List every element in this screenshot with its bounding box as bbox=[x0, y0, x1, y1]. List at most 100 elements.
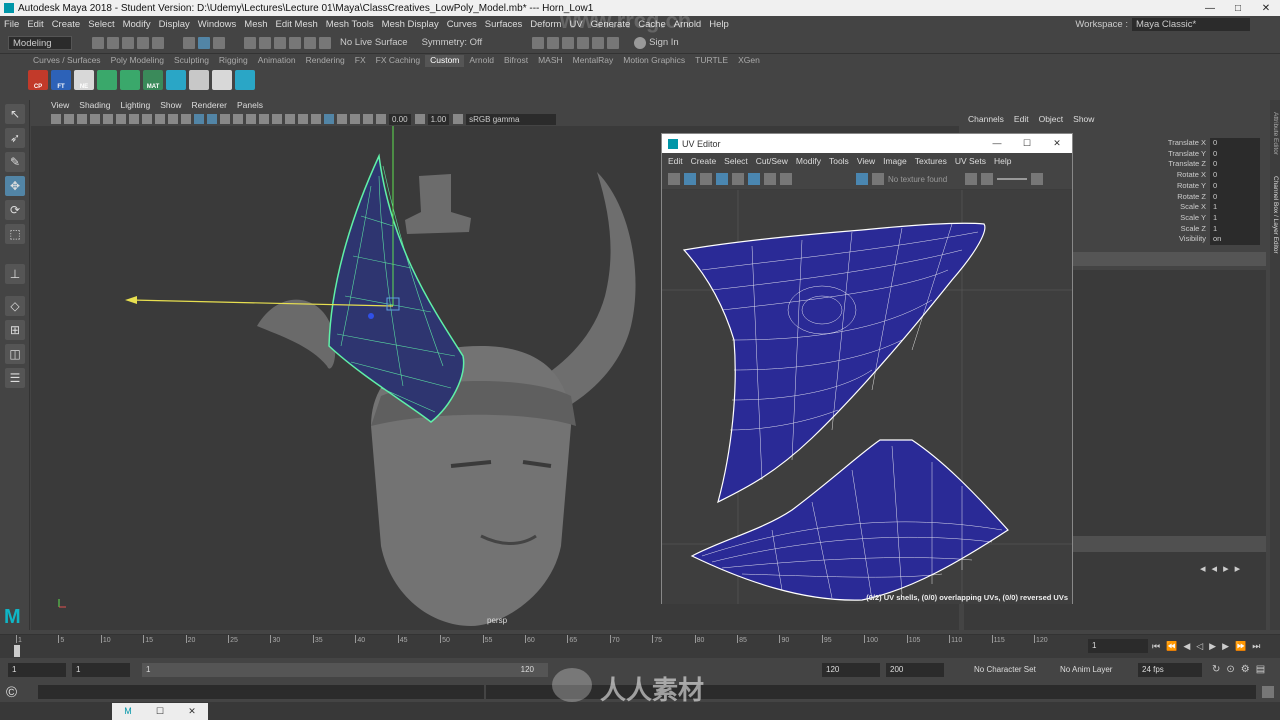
end-time-field[interactable]: 200 bbox=[886, 663, 944, 677]
channel-box-tab[interactable]: Channel Box / Layer Editor bbox=[1272, 176, 1279, 254]
playback-end-field[interactable]: 120 bbox=[822, 663, 880, 677]
uv-menu-edit[interactable]: Edit bbox=[668, 156, 683, 166]
uv-menu-create[interactable]: Create bbox=[691, 156, 717, 166]
textured-icon[interactable] bbox=[233, 114, 243, 124]
colorspace-dropdown[interactable]: sRGB gamma bbox=[466, 113, 557, 125]
bookmark-icon[interactable] bbox=[77, 114, 87, 124]
close-button[interactable]: ✕ bbox=[1252, 3, 1280, 14]
menu-uv[interactable]: UV bbox=[569, 19, 582, 30]
shelf-tab-rigging[interactable]: Rigging bbox=[214, 55, 253, 67]
viewport-menu-view[interactable]: View bbox=[51, 100, 69, 112]
attribute-value[interactable]: 1 bbox=[1210, 202, 1260, 214]
hypershade-icon[interactable] bbox=[577, 36, 590, 49]
snap-live-icon[interactable] bbox=[304, 36, 316, 49]
new-scene-icon[interactable] bbox=[92, 36, 104, 49]
shelf-tab-turtle[interactable]: TURTLE bbox=[690, 55, 733, 67]
viewport-menu-panels[interactable]: Panels bbox=[237, 100, 263, 112]
menu-arnold[interactable]: Arnold bbox=[674, 19, 701, 30]
start-time-field[interactable]: 1 bbox=[8, 663, 66, 677]
attribute-value[interactable]: 0 bbox=[1210, 148, 1260, 160]
workspace-selector[interactable]: Workspace : Maya Classic* bbox=[1075, 16, 1250, 32]
range-bar[interactable]: 1 120 bbox=[142, 663, 548, 677]
camera-icon[interactable] bbox=[51, 114, 61, 124]
script-editor-button-icon[interactable] bbox=[1262, 686, 1274, 698]
snap-curve-icon[interactable] bbox=[259, 36, 271, 49]
shelf-button-7-icon[interactable] bbox=[166, 70, 186, 90]
four-pane-icon[interactable]: ⊞ bbox=[5, 320, 25, 340]
uv-shell-1[interactable] bbox=[682, 222, 986, 504]
menu-modify[interactable]: Modify bbox=[123, 19, 151, 30]
uv-menu-modify[interactable]: Modify bbox=[796, 156, 821, 166]
time-slider[interactable]: 1 ⏮ ⏪ ◀ ◁ ▶ ▶ ⏩ ⏭ 1 5 10 15 20 25 30 35 40 45 50 55… bbox=[0, 634, 1280, 658]
resolution-gate-icon[interactable] bbox=[129, 114, 139, 124]
character-set-dropdown[interactable]: No Character Set bbox=[970, 663, 1050, 677]
attribute-value[interactable]: 0 bbox=[1210, 159, 1260, 171]
uv-border-icon[interactable] bbox=[732, 173, 744, 185]
loop-icon[interactable]: ↻ bbox=[1212, 664, 1220, 675]
last-tool-icon[interactable]: ⊥ bbox=[5, 264, 25, 284]
menu-surfaces[interactable]: Surfaces bbox=[485, 19, 523, 30]
uv-grid-icon[interactable] bbox=[668, 173, 680, 185]
shelf-tab-fx-caching[interactable]: FX Caching bbox=[371, 55, 425, 67]
shelf-button-10-icon[interactable] bbox=[235, 70, 255, 90]
uv-minimize-button[interactable]: — bbox=[982, 138, 1012, 149]
image-plane-icon[interactable] bbox=[90, 114, 100, 124]
menu-cache[interactable]: Cache bbox=[638, 19, 665, 30]
uv-menu-select[interactable]: Select bbox=[724, 156, 748, 166]
dof-icon[interactable] bbox=[311, 114, 321, 124]
motion-blur-icon[interactable] bbox=[285, 114, 295, 124]
attribute-row[interactable]: Translate Z 0 bbox=[1150, 159, 1270, 171]
snap-view-icon[interactable] bbox=[289, 36, 301, 49]
current-frame-field[interactable]: 1 bbox=[1088, 639, 1148, 653]
move-tool-icon[interactable]: ✥ bbox=[5, 176, 25, 196]
attribute-row[interactable]: Rotate Z 0 bbox=[1150, 191, 1270, 203]
uv-snapshot-icon[interactable] bbox=[780, 173, 792, 185]
uv-maximize-button[interactable]: ☐ bbox=[1012, 138, 1042, 149]
shadows-icon[interactable] bbox=[259, 114, 269, 124]
ipr-render-icon[interactable] bbox=[547, 36, 560, 49]
menu-curves[interactable]: Curves bbox=[447, 19, 477, 30]
step-back-key-icon[interactable]: ⏪ bbox=[1166, 641, 1177, 652]
isolate-icon[interactable] bbox=[324, 114, 334, 124]
shelf-button-4-icon[interactable] bbox=[97, 70, 117, 90]
playback-start-field[interactable]: 1 bbox=[72, 663, 130, 677]
uv-image-icon[interactable] bbox=[856, 173, 868, 185]
render-view-icon[interactable] bbox=[592, 36, 605, 49]
play-icon[interactable]: ▶ bbox=[1209, 641, 1216, 652]
exposure-icon[interactable] bbox=[376, 114, 386, 124]
shelf-button-2-icon[interactable]: FT bbox=[51, 70, 71, 90]
attribute-row[interactable]: Visibility on bbox=[1150, 234, 1270, 246]
shelf-tab-mentalray[interactable]: MentalRay bbox=[568, 55, 619, 67]
attribute-row[interactable]: Rotate X 0 bbox=[1150, 170, 1270, 182]
step-forward-key-icon[interactable]: ⏩ bbox=[1235, 641, 1246, 652]
uv-close-button[interactable]: ✕ bbox=[1042, 138, 1072, 149]
shelf-tab-arnold[interactable]: Arnold bbox=[464, 55, 499, 67]
menu-windows[interactable]: Windows bbox=[198, 19, 237, 30]
shelf-tab-rendering[interactable]: Rendering bbox=[301, 55, 350, 67]
lights-icon[interactable] bbox=[246, 114, 256, 124]
script-editor-icon[interactable]: © bbox=[6, 684, 30, 701]
uv-distortion-icon[interactable] bbox=[764, 173, 776, 185]
attribute-row[interactable]: Scale Z 1 bbox=[1150, 223, 1270, 235]
channel-tab-channels[interactable]: Channels bbox=[968, 114, 1004, 124]
play-back-icon[interactable]: ◁ bbox=[1196, 641, 1203, 652]
single-pane-icon[interactable]: ◇ bbox=[5, 296, 25, 316]
attribute-value[interactable]: 1 bbox=[1210, 212, 1260, 224]
sign-in-button[interactable]: Sign In bbox=[649, 37, 679, 48]
uv-menu-cut-sew[interactable]: Cut/Sew bbox=[756, 156, 788, 166]
uv-canvas[interactable]: (0/2) UV shells, (0/0) overlapping UVs, … bbox=[662, 190, 1072, 604]
shelf-tab-animation[interactable]: Animation bbox=[253, 55, 301, 67]
render-icon[interactable] bbox=[532, 36, 545, 49]
select-hierarchy-icon[interactable] bbox=[183, 36, 195, 49]
attribute-row[interactable]: Scale Y 1 bbox=[1150, 212, 1270, 224]
current-time-marker[interactable] bbox=[14, 645, 20, 657]
uv-menu-tools[interactable]: Tools bbox=[829, 156, 849, 166]
menu-display[interactable]: Display bbox=[159, 19, 190, 30]
attribute-row[interactable]: Translate Y 0 bbox=[1150, 148, 1270, 160]
channel-tab-edit[interactable]: Edit bbox=[1014, 114, 1029, 124]
uv-texture-icon[interactable] bbox=[684, 173, 696, 185]
close-minimized-icon[interactable]: ✕ bbox=[176, 703, 208, 720]
arnold-icon[interactable] bbox=[607, 36, 620, 49]
shelf-button-3-icon[interactable]: NE bbox=[74, 70, 94, 90]
backface-icon[interactable] bbox=[363, 114, 373, 124]
